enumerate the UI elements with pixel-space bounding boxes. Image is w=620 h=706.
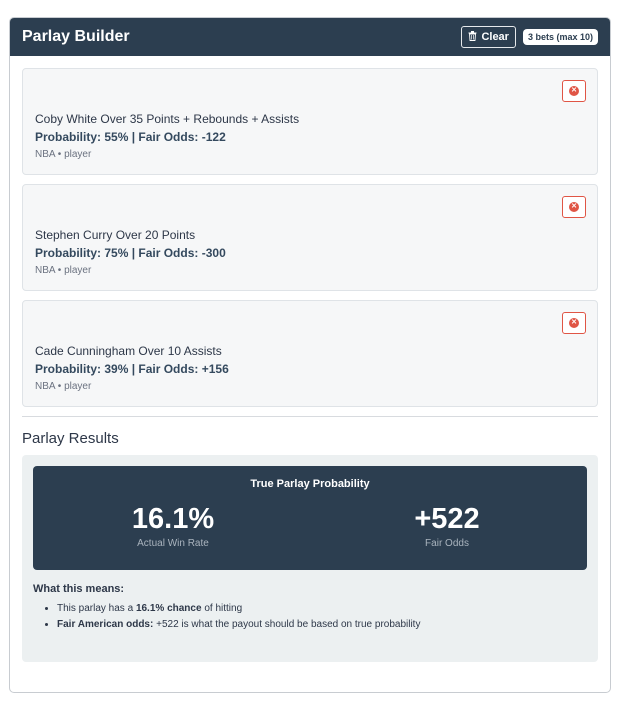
remove-bet-button[interactable]: ✕	[562, 80, 586, 102]
meaning-text: +522 is what the payout should be based …	[153, 619, 421, 630]
bet-card: ✕ Coby White Over 35 Points + Rebounds +…	[22, 68, 598, 175]
bet-name: Coby White Over 35 Points + Rebounds + A…	[35, 112, 300, 126]
bet-probability: Probability: 55% | Fair Odds: -122	[35, 130, 226, 144]
bet-meta: NBA • player	[35, 265, 92, 276]
meaning-item: This parlay has a 16.1% chance of hittin…	[57, 603, 587, 614]
section-divider	[22, 416, 598, 417]
win-rate-value: 16.1%	[131, 503, 215, 535]
fair-odds-stat: +522 Fair Odds	[357, 502, 537, 549]
fair-odds-label: Fair Odds	[425, 538, 469, 549]
fair-odds-value: +522	[414, 503, 480, 535]
meaning-bold: 16.1% chance	[135, 603, 202, 614]
bet-card: ✕ Cade Cunningham Over 10 Assists Probab…	[22, 300, 598, 407]
results-title: Parlay Results	[22, 430, 119, 447]
clear-button-label: Clear	[481, 31, 509, 43]
bet-probability: Probability: 39% | Fair Odds: +156	[35, 362, 229, 376]
meaning-list: This parlay has a 16.1% chance of hittin…	[33, 603, 587, 630]
win-rate-stat: 16.1% Actual Win Rate	[83, 502, 263, 549]
bets-count-badge: 3 bets (max 10)	[522, 29, 598, 45]
bet-meta: NBA • player	[35, 149, 92, 160]
remove-bet-button[interactable]: ✕	[562, 196, 586, 218]
meaning-title: What this means:	[33, 583, 125, 595]
close-circle-icon: ✕	[569, 202, 579, 212]
bet-probability: Probability: 75% | Fair Odds: -300	[35, 246, 226, 260]
bet-name: Cade Cunningham Over 10 Assists	[35, 344, 222, 358]
meaning-text: This parlay has a	[57, 603, 136, 614]
probability-summary-title: True Parlay Probability	[250, 478, 370, 490]
win-rate-label: Actual Win Rate	[137, 538, 209, 549]
remove-bet-button[interactable]: ✕	[562, 312, 586, 334]
probability-summary: True Parlay Probability 16.1% Actual Win…	[33, 466, 587, 570]
close-circle-icon: ✕	[569, 318, 579, 328]
results-box: True Parlay Probability 16.1% Actual Win…	[22, 455, 598, 662]
bet-card: ✕ Stephen Curry Over 20 Points Probabili…	[22, 184, 598, 291]
clear-button[interactable]: Clear	[461, 26, 516, 48]
close-circle-icon: ✕	[569, 86, 579, 96]
meaning-item: Fair American odds: +522 is what the pay…	[57, 619, 587, 630]
meaning-bold: Fair American odds:	[57, 619, 154, 630]
trash-icon	[468, 30, 477, 44]
panel-title: Parlay Builder	[22, 28, 130, 45]
bet-meta: NBA • player	[35, 381, 92, 392]
bet-name: Stephen Curry Over 20 Points	[35, 228, 196, 242]
meaning-text: of hitting	[201, 603, 243, 614]
panel-content: ✕ Coby White Over 35 Points + Rebounds +…	[10, 56, 610, 662]
parlay-builder-panel: Parlay Builder Clear 3 bets (max 10) ✕ C…	[9, 17, 611, 693]
panel-header: Parlay Builder Clear 3 bets (max 10)	[10, 18, 610, 56]
